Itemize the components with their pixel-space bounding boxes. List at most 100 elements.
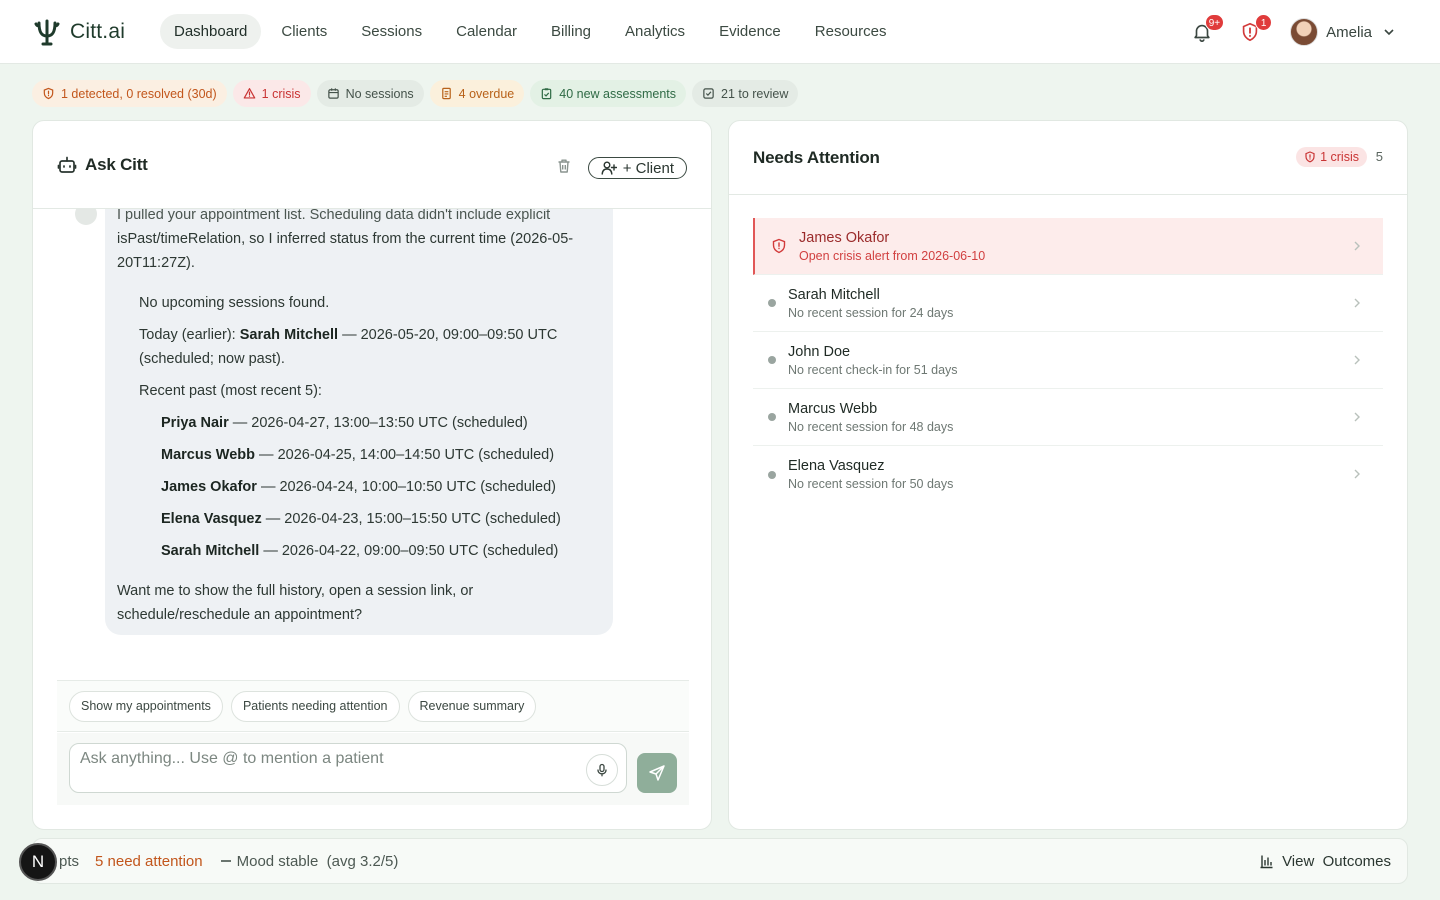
list-item[interactable]: Marcus Webb No recent session for 48 day… (753, 389, 1383, 446)
assistant-avatar (75, 209, 97, 225)
chip-sessions[interactable]: No sessions (316, 80, 424, 107)
bar-chart-icon (1260, 855, 1273, 869)
recent-session: Marcus Webb — 2026-04-25, 14:00–14:50 UT… (161, 443, 601, 467)
app-logo[interactable]: Citt.ai (32, 17, 160, 47)
patient-name: Marcus Webb (788, 400, 878, 417)
list-item[interactable]: Sarah Mitchell No recent session for 24 … (753, 275, 1383, 332)
nav-clients[interactable]: Clients (267, 14, 341, 49)
attention-reason: No recent session for 50 days (788, 477, 954, 491)
patient-name: John Doe (788, 343, 851, 360)
app-name: Citt.ai (70, 19, 126, 43)
chip-assessments[interactable]: 40 new assessments (530, 80, 686, 107)
psi-logo-icon (34, 19, 60, 45)
recent-detail: — 2026-04-27, 13:00–13:50 UTC (scheduled… (228, 415, 528, 431)
need-attention-summary[interactable]: 5 need attention (95, 853, 203, 870)
suggestion-revenue-summary[interactable]: Revenue summary (407, 690, 537, 722)
shield-alert-icon (772, 238, 786, 254)
notifications-badge: 9+ (1204, 14, 1225, 31)
microphone-button[interactable] (586, 754, 618, 786)
send-icon (649, 765, 665, 781)
message-recent-label: Recent past (most recent 5): (139, 383, 322, 399)
chip-label: 1 crisis (261, 86, 301, 101)
alerts-button[interactable]: 1 (1236, 14, 1273, 46)
list-item-text: Marcus Webb No recent session for 48 day… (788, 401, 953, 434)
suggestion-patients-attention[interactable]: Patients needing attention (230, 690, 400, 722)
user-menu[interactable]: Amelia (1290, 18, 1396, 46)
suggestion-show-appointments[interactable]: Show my appointments (69, 690, 223, 722)
list-item[interactable]: Elena Vasquez No recent session for 50 d… (753, 446, 1383, 503)
suggestion-chips: Show my appointments Patients needing at… (57, 680, 689, 732)
chip-crisis[interactable]: 1 crisis (232, 80, 311, 107)
user-name: Amelia (1326, 23, 1372, 41)
chip-label: 40 new assessments (559, 86, 676, 101)
nav-analytics[interactable]: Analytics (611, 14, 699, 49)
message-no-upcoming: No upcoming sessions found. (139, 295, 330, 311)
recent-patient: Marcus Webb (161, 447, 256, 463)
list-item[interactable]: John Doe No recent check-in for 51 days (753, 332, 1383, 389)
list-item-text: John Doe No recent check-in for 51 days (788, 344, 958, 377)
chip-detections[interactable]: 1 detected, 0 resolved (30d) (32, 80, 227, 107)
attention-count: 5 (1375, 149, 1383, 164)
recent-patient: Priya Nair (161, 415, 229, 431)
patient-name: Elena Vasquez (788, 458, 885, 474)
crisis-pill-label: 1 crisis (1320, 150, 1359, 164)
patient-name: James Okafor (799, 229, 890, 246)
list-item-text: James Okafor Open crisis alert from 2026… (799, 230, 985, 263)
user-plus-icon (601, 161, 617, 175)
avatar (1290, 18, 1319, 46)
attention-reason: No recent check-in for 51 days (788, 362, 958, 377)
n-floating-button[interactable]: N (19, 843, 57, 881)
chat-input[interactable] (80, 750, 570, 768)
header-actions: 9+ 1 Amelia (1168, 0, 1396, 64)
trend-flat-icon (220, 860, 231, 862)
recent-detail: — 2026-04-22, 09:00–09:50 UTC (scheduled… (259, 543, 559, 559)
panel-title: Needs Attention (753, 147, 880, 167)
main-nav: Dashboard Clients Sessions Calendar Bill… (160, 14, 906, 49)
points-label: pts (59, 852, 80, 870)
needs-attention-header: Needs Attention 1 crisis 5 (729, 121, 1407, 195)
recent-detail: — 2026-04-24, 10:00–10:50 UTC (scheduled… (256, 479, 556, 495)
chip-label: 1 detected, 0 resolved (30d) (61, 86, 217, 101)
recent-detail: — 2026-04-25, 14:00–14:50 UTC (scheduled… (255, 447, 555, 463)
chevron-right-icon (1354, 298, 1360, 308)
chevron-right-icon (1354, 355, 1360, 365)
status-dot (768, 356, 776, 364)
top-navigation-bar: Citt.ai Dashboard Clients Sessions Calen… (0, 0, 1440, 64)
warning-triangle-icon (243, 88, 255, 99)
invoice-icon (441, 87, 451, 100)
notifications-button[interactable]: 9+ (1188, 14, 1225, 46)
chip-overdue[interactable]: 4 overdue (429, 80, 525, 107)
view-outcomes-label: View Outcomes (1282, 853, 1391, 870)
nav-sessions[interactable]: Sessions (347, 14, 436, 49)
nav-calendar[interactable]: Calendar (442, 14, 531, 49)
outcomes-summary-bar: pts 5 need attention Mood stable (avg 3.… (32, 838, 1408, 884)
chevron-down-icon (1384, 29, 1394, 36)
crisis-pill[interactable]: 1 crisis (1296, 147, 1367, 167)
attention-list: James Okafor Open crisis alert from 2026… (753, 218, 1383, 503)
nav-billing[interactable]: Billing (537, 14, 605, 49)
recent-session: James Okafor — 2026-04-24, 10:00–10:50 U… (161, 475, 601, 499)
message-today: Today (earlier): Sarah Mitchell — 2026-0… (139, 323, 601, 371)
recent-patient: Elena Vasquez (161, 511, 262, 527)
nav-resources[interactable]: Resources (801, 14, 901, 49)
status-chips: 1 detected, 0 resolved (30d) 1 crisis No… (32, 80, 804, 107)
nav-evidence[interactable]: Evidence (705, 14, 795, 49)
list-item[interactable]: James Okafor Open crisis alert from 2026… (753, 218, 1383, 275)
chat-input-box (69, 743, 627, 793)
list-item-text: Elena Vasquez No recent session for 50 d… (788, 458, 953, 491)
send-button[interactable] (637, 753, 677, 793)
recent-detail: — 2026-04-23, 15:00–15:50 UTC (scheduled… (261, 511, 561, 527)
today-label: Today (earlier): (139, 327, 240, 343)
patient-name: Sarah Mitchell (788, 286, 880, 303)
chat-scroll-area[interactable]: I pulled your appointment list. Scheduli… (33, 209, 711, 679)
nav-dashboard[interactable]: Dashboard (160, 14, 262, 49)
chip-review[interactable]: 21 to review (692, 80, 799, 107)
status-dot (768, 299, 776, 307)
trash-icon[interactable] (555, 157, 573, 175)
add-client-button[interactable]: + Client (587, 157, 687, 179)
calendar-icon (327, 88, 339, 99)
status-dot (768, 470, 776, 479)
panel-title: Ask Citt (85, 154, 148, 174)
view-outcomes-button[interactable]: View Outcomes (1259, 853, 1391, 870)
attention-reason: Open crisis alert from 2026-06-10 (799, 248, 986, 263)
